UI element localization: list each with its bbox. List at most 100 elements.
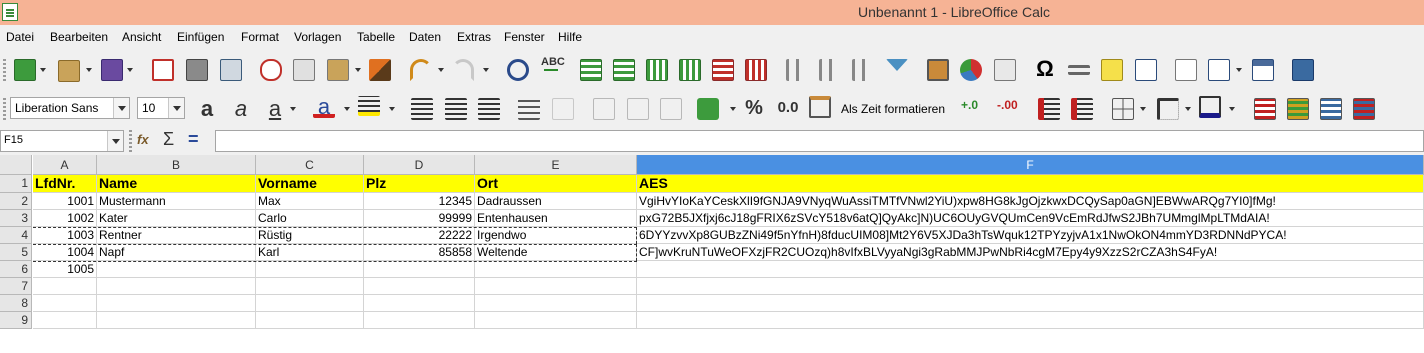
cell-e5[interactable]: Weltende [475, 244, 637, 261]
insert-image-icon[interactable] [927, 59, 949, 81]
menu-fenster[interactable]: Fenster [504, 30, 545, 44]
font-color-dropdown-arrow[interactable] [344, 107, 350, 111]
print-icon[interactable] [186, 59, 208, 81]
insert-row-below-icon[interactable] [613, 59, 635, 81]
font-name-dropdown-button[interactable] [113, 98, 129, 118]
freeze-dropdown-arrow[interactable] [1236, 68, 1242, 72]
conditional-format-icon[interactable] [1254, 98, 1276, 120]
cell-b6[interactable] [97, 261, 256, 278]
formula-bar-grip[interactable] [129, 130, 132, 152]
menu-tabelle[interactable]: Tabelle [357, 30, 395, 44]
cell-f6[interactable] [637, 261, 1424, 278]
cell-f4[interactable]: 6DYYzvvXp8GUBzZNi49f5nYfnH)8fducUIM08]Mt… [637, 227, 1424, 244]
header-cell-a1[interactable]: LfdNr. [33, 175, 97, 193]
comment-icon[interactable] [1101, 59, 1123, 81]
delete-decimal-icon[interactable]: -.00 [997, 96, 1019, 118]
header-cell-b1[interactable]: Name [97, 175, 256, 193]
cell-c7[interactable] [256, 278, 364, 295]
row-header-7[interactable]: 7 [0, 278, 32, 295]
pivot-table-icon[interactable] [994, 59, 1016, 81]
redo-dropdown-arrow[interactable] [483, 68, 489, 72]
autofilter-icon[interactable] [886, 59, 908, 71]
menu-hilfe[interactable]: Hilfe [558, 30, 582, 44]
menu-einfuegen[interactable]: Einfügen [177, 30, 224, 44]
select-all-corner[interactable] [0, 155, 32, 175]
row-header-3[interactable]: 3 [0, 210, 32, 227]
column-header-f[interactable]: F [637, 155, 1424, 175]
cell-e6[interactable] [475, 261, 637, 278]
freeze-rows-columns-icon[interactable] [1208, 59, 1230, 81]
cell-c9[interactable] [256, 312, 364, 329]
new-dropdown-arrow[interactable] [40, 68, 46, 72]
cell-f7[interactable] [637, 278, 1424, 295]
calc-app-icon[interactable] [2, 3, 18, 21]
align-bottom-icon[interactable] [660, 98, 682, 120]
find-replace-icon[interactable] [507, 59, 529, 81]
cell-e2[interactable]: Dadraussen [475, 193, 637, 210]
cell-a5[interactable]: 1004 [33, 244, 97, 261]
cell-d9[interactable] [364, 312, 475, 329]
column-header-e[interactable]: E [475, 155, 637, 175]
color-scale-icon[interactable] [1287, 98, 1309, 120]
data-bar-icon[interactable] [1320, 98, 1342, 120]
header-cell-e1[interactable]: Ort [475, 175, 637, 193]
cell-f3[interactable]: pxG72B5JXfjxj6cJ18gFRIX6zSVcY518v6atQ]Qy… [637, 210, 1424, 227]
cell-d5[interactable]: 85858 [364, 244, 475, 261]
sum-icon[interactable]: Σ [163, 129, 174, 150]
menu-extras[interactable]: Extras [457, 30, 491, 44]
cell-a3[interactable]: 1002 [33, 210, 97, 227]
row-header-5[interactable]: 5 [0, 244, 32, 261]
cell-e7[interactable] [475, 278, 637, 295]
undo-dropdown-arrow[interactable] [438, 68, 444, 72]
cell-c5[interactable]: Karl [256, 244, 364, 261]
font-size-combo[interactable]: 10 [137, 97, 185, 119]
name-box[interactable]: F15 [0, 130, 124, 152]
header-cell-d1[interactable]: Plz [364, 175, 475, 193]
menu-daten[interactable]: Daten [409, 30, 441, 44]
paste-icon[interactable] [327, 59, 349, 81]
cell-f8[interactable] [637, 295, 1424, 312]
italic-icon[interactable]: a [230, 96, 252, 121]
toolbar-grip[interactable] [3, 59, 6, 81]
split-window-icon[interactable] [1252, 59, 1274, 81]
percent-format-icon[interactable]: % [743, 95, 765, 119]
spreadsheet-grid[interactable]: ABCDEF 123456789 LfdNr. Name Vorname Plz Ort… [0, 155, 1424, 353]
merge-cells-icon[interactable] [552, 98, 574, 120]
border-color-icon[interactable] [1199, 96, 1221, 118]
clone-formatting-icon[interactable] [369, 59, 391, 81]
sort-descending-icon[interactable] [852, 59, 874, 81]
border-color-dropdown-arrow[interactable] [1229, 107, 1235, 111]
cell-a9[interactable] [33, 312, 97, 329]
cell-b4[interactable]: Rentner [97, 227, 256, 244]
function-wizard-icon[interactable]: fx [137, 132, 149, 147]
number-format-icon[interactable]: 0.0 [773, 95, 803, 117]
cell-e9[interactable] [475, 312, 637, 329]
column-header-d[interactable]: D [364, 155, 475, 175]
header-footer-icon[interactable] [1135, 59, 1157, 81]
cell-d2[interactable]: 12345 [364, 193, 475, 210]
paste-dropdown-arrow[interactable] [355, 68, 361, 72]
border-style-icon[interactable] [1157, 98, 1179, 120]
cell-a6[interactable]: 1005 [33, 261, 97, 278]
cell-c2[interactable]: Max [256, 193, 364, 210]
cell-c8[interactable] [256, 295, 364, 312]
insert-chart-icon[interactable] [960, 59, 982, 81]
cell-b7[interactable] [97, 278, 256, 295]
border-style-dropdown-arrow[interactable] [1185, 107, 1191, 111]
row-header-6[interactable]: 6 [0, 261, 32, 278]
insert-row-above-icon[interactable] [580, 59, 602, 81]
cell-a4[interactable]: 1003 [33, 227, 97, 244]
define-print-area-icon[interactable] [1175, 59, 1197, 81]
hyperlink-icon[interactable] [1068, 65, 1090, 75]
header-cell-c1[interactable]: Vorname [256, 175, 364, 193]
align-right-icon[interactable] [478, 98, 500, 120]
cell-e8[interactable] [475, 295, 637, 312]
delete-row-icon[interactable] [712, 59, 734, 81]
background-color-icon[interactable] [358, 96, 380, 116]
cell-e3[interactable]: Entenhausen [475, 210, 637, 227]
cell-a2[interactable]: 1001 [33, 193, 97, 210]
row-header-1[interactable]: 1 [0, 175, 32, 193]
formula-input[interactable] [215, 130, 1424, 152]
new-spreadsheet-icon[interactable] [14, 59, 36, 81]
row-header-4[interactable]: 4 [0, 227, 32, 244]
